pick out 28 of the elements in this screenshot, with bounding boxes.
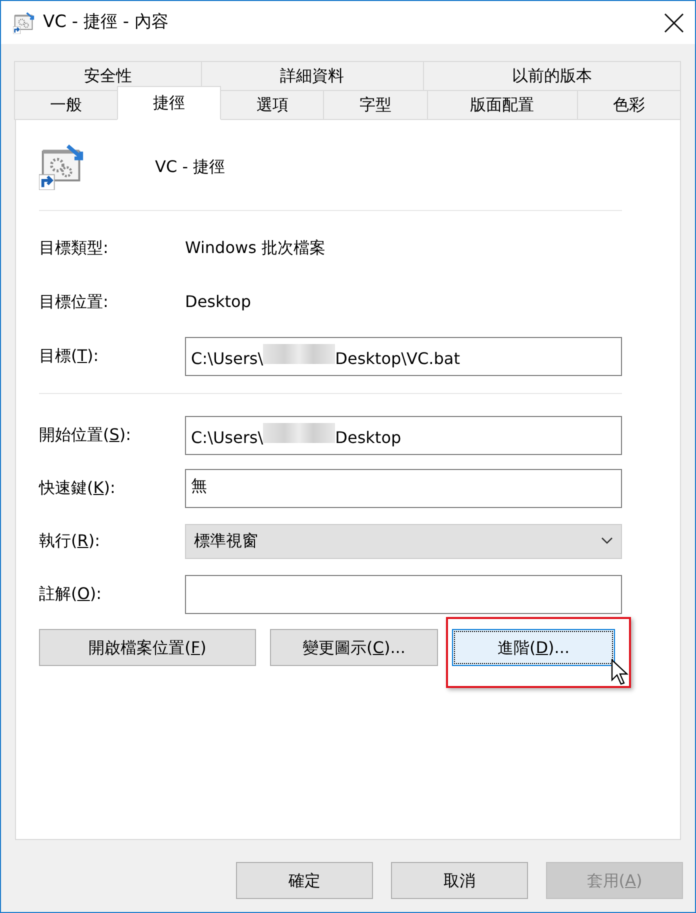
dropdown[interactable]: 標準視窗 [185,524,622,558]
button[interactable]: 開啟檔案位置(F) [39,629,256,666]
field-label: 註解(O): [39,583,102,605]
shortcut-icon [13,12,35,34]
field-label: 目標(T): [39,345,100,367]
input-field[interactable] [185,574,622,614]
button[interactable]: 變更圖示(C)... [270,629,438,666]
input-field[interactable]: 無 [185,468,622,508]
field-label: 目標位置: [39,291,110,313]
shortcut-name: VC - 捷徑 [155,156,226,178]
button[interactable]: 取消 [391,862,528,899]
shortcut-icon [39,144,85,190]
button[interactable]: 確定 [236,862,373,899]
field-label: 執行(R): [39,530,102,552]
input-field[interactable]: C:\Users\ Desktop\VC.bat [185,336,622,376]
tab[interactable]: 以前的版本 [422,61,681,91]
button[interactable]: 進階(D)... [452,629,615,666]
window-title: VC - 捷徑 - 內容 [43,10,170,34]
field-value: Desktop [185,291,251,313]
field-label: 開始位置(S): [39,424,132,446]
chevron-down-icon [601,537,613,545]
field-value: Windows 批次檔案 [185,237,326,259]
tab[interactable]: 安全性 [14,61,202,91]
field-label: 目標類型: [39,237,110,259]
tab[interactable]: 捷徑 [117,86,222,120]
close-icon[interactable] [663,12,685,34]
input-field[interactable]: C:\Users\ Desktop [185,416,622,454]
field-label: 快速鍵(K): [39,477,116,499]
